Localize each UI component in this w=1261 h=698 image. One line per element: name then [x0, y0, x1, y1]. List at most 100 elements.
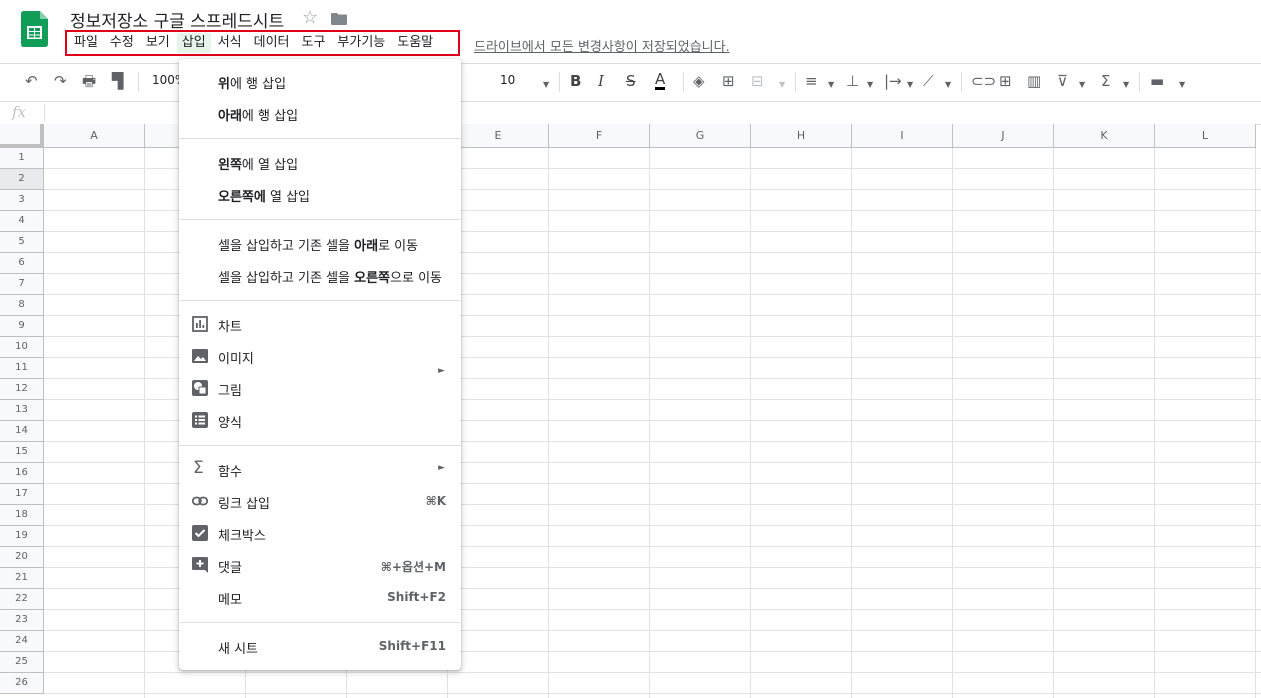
- insert-link[interactable]: 링크 삽입 ⌘K: [179, 487, 461, 515]
- insert-cells-shift-right[interactable]: 셀을 삽입하고 기존 셀을 오른쪽으로 이동: [179, 261, 461, 289]
- row-header[interactable]: 12: [0, 379, 44, 400]
- text-rotation-icon[interactable]: ⟋: [923, 72, 934, 90]
- column-header[interactable]: A: [44, 124, 145, 148]
- row-header[interactable]: 23: [0, 610, 44, 631]
- vertical-align-icon[interactable]: ⊥: [846, 72, 859, 90]
- column-header[interactable]: E: [448, 124, 549, 148]
- insert-rows-below[interactable]: 아래에 행 삽입: [179, 99, 461, 127]
- row-header[interactable]: 1: [0, 148, 44, 169]
- add-comment-icon[interactable]: ⊞: [999, 72, 1012, 90]
- row-header[interactable]: 8: [0, 295, 44, 316]
- column-header[interactable]: H: [751, 124, 852, 148]
- chevron-down-icon[interactable]: ▼: [543, 76, 549, 94]
- row-header[interactable]: 22: [0, 589, 44, 610]
- row-header[interactable]: 21: [0, 568, 44, 589]
- menu-file[interactable]: 파일: [69, 33, 103, 53]
- column-header[interactable]: J: [953, 124, 1054, 148]
- chevron-down-icon[interactable]: ▼: [945, 76, 951, 94]
- document-title[interactable]: 정보저장소 구글 스프레드시트: [70, 7, 284, 32]
- borders-icon[interactable]: ⊞: [722, 72, 735, 90]
- save-status-link[interactable]: 드라이브에서 모든 변경사항이 저장되었습니다.: [474, 36, 730, 55]
- link-icon[interactable]: ⊂⊃: [971, 72, 996, 90]
- column-header[interactable]: K: [1054, 124, 1155, 148]
- filter-icon[interactable]: ⊽: [1057, 72, 1068, 90]
- chevron-down-icon[interactable]: ▼: [907, 76, 913, 94]
- insert-chart[interactable]: 차트: [179, 310, 461, 338]
- chevron-down-icon[interactable]: ▼: [828, 76, 834, 94]
- font-size-select[interactable]: 10: [500, 73, 515, 87]
- menu-addons[interactable]: 부가기능: [332, 33, 390, 53]
- menu-format[interactable]: 서식: [213, 33, 247, 53]
- italic-icon[interactable]: I: [598, 72, 604, 90]
- row-header[interactable]: 6: [0, 253, 44, 274]
- keyboard-icon[interactable]: ▬: [1150, 72, 1164, 90]
- column-header[interactable]: I: [852, 124, 953, 148]
- sheets-logo[interactable]: [21, 11, 48, 47]
- star-icon[interactable]: ☆: [302, 7, 318, 28]
- insert-checkbox[interactable]: 체크박스: [179, 519, 461, 547]
- redo-icon[interactable]: ↷: [54, 72, 67, 90]
- row-header[interactable]: 3: [0, 190, 44, 211]
- chevron-down-icon[interactable]: ▼: [867, 76, 873, 94]
- row-header[interactable]: 19: [0, 526, 44, 547]
- chevron-down-icon[interactable]: ▼: [1123, 76, 1129, 94]
- toolbar-divider: [1139, 72, 1140, 92]
- insert-function[interactable]: Σ 함수 ►: [179, 455, 461, 483]
- row-header[interactable]: 20: [0, 547, 44, 568]
- menu-tools[interactable]: 도구: [297, 33, 331, 53]
- row-header[interactable]: 16: [0, 463, 44, 484]
- row-header[interactable]: 13: [0, 400, 44, 421]
- insert-comment[interactable]: 댓글 ⌘+옵션+M: [179, 551, 461, 579]
- insert-columns-right[interactable]: 오른쪽에 열 삽입: [179, 180, 461, 208]
- text-color-icon[interactable]: A: [655, 72, 666, 90]
- insert-cells-shift-down[interactable]: 셀을 삽입하고 기존 셀을 아래로 이동: [179, 229, 461, 257]
- row-header[interactable]: 9: [0, 316, 44, 337]
- row-header[interactable]: 17: [0, 484, 44, 505]
- row-header[interactable]: 4: [0, 211, 44, 232]
- column-header[interactable]: L: [1155, 124, 1256, 148]
- row-header[interactable]: 24: [0, 631, 44, 652]
- paint-format-icon[interactable]: ▜: [112, 72, 124, 90]
- text-wrap-icon[interactable]: |→: [884, 72, 902, 90]
- menu-data[interactable]: 데이터: [249, 33, 295, 53]
- row-header[interactable]: 7: [0, 274, 44, 295]
- row-header[interactable]: 26: [0, 673, 44, 694]
- row-header[interactable]: 14: [0, 421, 44, 442]
- chevron-down-icon[interactable]: ▼: [779, 76, 785, 94]
- horizontal-align-icon[interactable]: ≡: [805, 72, 818, 90]
- row-header[interactable]: 25: [0, 652, 44, 673]
- insert-note[interactable]: 메모 Shift+F2: [179, 583, 461, 611]
- functions-icon[interactable]: Σ: [1101, 72, 1110, 90]
- bold-icon[interactable]: B: [570, 72, 581, 90]
- chart-icon[interactable]: ▥: [1027, 72, 1041, 90]
- row-header[interactable]: 18: [0, 505, 44, 526]
- undo-icon[interactable]: ↶: [25, 72, 38, 90]
- row-header[interactable]: 5: [0, 232, 44, 253]
- insert-drawing[interactable]: 그림: [179, 374, 461, 402]
- select-all-corner[interactable]: [0, 124, 44, 148]
- column-header[interactable]: F: [549, 124, 650, 148]
- column-header[interactable]: G: [650, 124, 751, 148]
- chevron-down-icon[interactable]: ▼: [1079, 76, 1085, 94]
- insert-new-sheet[interactable]: 새 시트 Shift+F11: [179, 632, 461, 660]
- folder-icon[interactable]: [331, 13, 347, 25]
- menu-edit[interactable]: 수정: [105, 33, 139, 53]
- row-header[interactable]: 11: [0, 358, 44, 379]
- row-header[interactable]: 2: [0, 169, 44, 190]
- new-sheet-shortcut: Shift+F11: [378, 639, 446, 653]
- menu-insert[interactable]: 삽입: [176, 33, 211, 53]
- chevron-down-icon[interactable]: ▼: [1179, 76, 1185, 94]
- menu-view[interactable]: 보기: [141, 33, 175, 53]
- insert-rows-above[interactable]: 위에 행 삽입: [179, 67, 461, 95]
- merge-cells-icon[interactable]: ⊟: [751, 72, 764, 90]
- row-header[interactable]: 15: [0, 442, 44, 463]
- print-icon[interactable]: 🖶: [82, 72, 96, 90]
- fx-icon: fx: [12, 103, 27, 121]
- insert-image[interactable]: 이미지 ►: [179, 342, 461, 376]
- insert-columns-left[interactable]: 왼쪽에 열 삽입: [179, 148, 461, 176]
- fill-color-icon[interactable]: ◈: [693, 72, 705, 90]
- row-header[interactable]: 10: [0, 337, 44, 358]
- insert-form[interactable]: 양식: [179, 406, 461, 434]
- strikethrough-icon[interactable]: S: [626, 72, 636, 90]
- menu-help[interactable]: 도움말: [392, 33, 438, 53]
